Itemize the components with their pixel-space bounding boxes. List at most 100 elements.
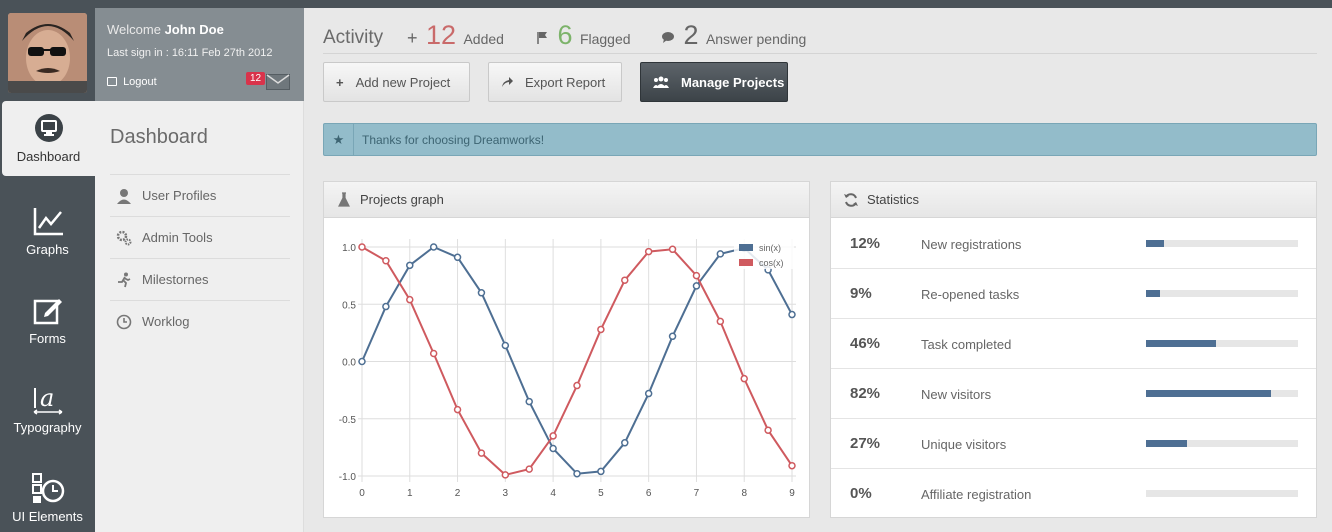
flagged-label: Flagged bbox=[579, 31, 631, 47]
progress-fill bbox=[1146, 240, 1165, 247]
data-point bbox=[644, 389, 653, 398]
typography-icon: a bbox=[33, 384, 62, 415]
data-point bbox=[573, 381, 581, 390]
data-point bbox=[453, 405, 462, 414]
nav-ui-elements-label: UI Elements bbox=[12, 509, 83, 524]
export-report-button[interactable]: Export Report bbox=[488, 62, 622, 102]
data-point bbox=[573, 469, 581, 478]
progress-bar bbox=[1146, 390, 1298, 397]
stat-pending: 2 Answer pending bbox=[661, 20, 806, 51]
add-project-button[interactable]: + Add new Project bbox=[323, 62, 470, 102]
data-point bbox=[644, 247, 653, 256]
stat-percent: 9% bbox=[850, 285, 872, 302]
mail-icon[interactable] bbox=[266, 74, 290, 90]
nav-dashboard-label: Dashboard bbox=[16, 149, 81, 164]
stat-row: 82% New visitors bbox=[831, 369, 1316, 419]
x-tick-label: 6 bbox=[646, 488, 652, 499]
plus-icon: + bbox=[336, 74, 344, 90]
stat-row: 46% Task completed bbox=[831, 319, 1316, 369]
added-label: Added bbox=[463, 31, 504, 47]
refresh-icon bbox=[844, 192, 858, 207]
data-point bbox=[525, 397, 533, 406]
main-nav: Dashboard Graphs Forms a Typography UI E… bbox=[0, 8, 95, 532]
data-point bbox=[788, 310, 796, 319]
data-point bbox=[597, 325, 605, 334]
avatar[interactable] bbox=[8, 13, 87, 93]
x-tick-label: 4 bbox=[550, 488, 556, 499]
nav-forms[interactable]: Forms bbox=[0, 283, 95, 358]
manage-projects-button[interactable]: Manage Projects bbox=[640, 62, 788, 102]
stat-label: New registrations bbox=[921, 237, 1022, 252]
data-point bbox=[382, 302, 390, 311]
sidebar-item-admin-tools[interactable]: Admin Tools bbox=[110, 216, 290, 258]
nav-typography-label: Typography bbox=[13, 420, 82, 435]
monitor-icon bbox=[34, 114, 63, 142]
x-tick-label: 3 bbox=[503, 488, 509, 499]
gears-icon bbox=[116, 230, 132, 245]
pending-count: 2 bbox=[683, 20, 699, 50]
progress-bar bbox=[1146, 240, 1298, 247]
x-tick-label: 0 bbox=[359, 488, 365, 499]
sidebar-item-worklog[interactable]: Worklog bbox=[110, 300, 290, 342]
plus-icon: + bbox=[407, 28, 418, 48]
sidebar-item-label: Admin Tools bbox=[142, 230, 213, 245]
panel-header: Projects graph bbox=[324, 182, 809, 218]
progress-fill bbox=[1146, 390, 1271, 397]
sidebar-item-milestones[interactable]: Milestornes bbox=[110, 258, 290, 300]
x-tick-label: 2 bbox=[455, 488, 461, 499]
stat-row: 9% Re-opened tasks bbox=[831, 269, 1316, 319]
nav-forms-label: Forms bbox=[29, 331, 66, 346]
y-tick-label: 1.0 bbox=[342, 243, 356, 254]
logout-link[interactable]: Logout bbox=[107, 76, 157, 88]
stat-percent: 82% bbox=[850, 385, 881, 402]
nav-graphs[interactable]: Graphs bbox=[0, 194, 95, 269]
series-line bbox=[361, 246, 793, 476]
flag-icon bbox=[537, 32, 547, 44]
x-tick-label: 5 bbox=[598, 488, 604, 499]
statistics-title: Statistics bbox=[867, 192, 920, 207]
star-icon: ★ bbox=[324, 124, 354, 155]
stat-percent: 46% bbox=[850, 335, 881, 352]
add-project-label: Add new Project bbox=[355, 74, 451, 90]
stat-row: 27% Unique visitors bbox=[831, 419, 1316, 469]
panel-header: Statistics bbox=[831, 182, 1316, 218]
sidebar-item-label: Milestornes bbox=[142, 272, 209, 287]
edit-icon bbox=[33, 299, 62, 325]
y-tick-label: -1.0 bbox=[339, 472, 357, 483]
progress-fill bbox=[1146, 440, 1188, 447]
user-icon bbox=[117, 188, 131, 204]
data-point bbox=[382, 256, 390, 265]
manage-projects-label: Manage Projects bbox=[681, 74, 785, 90]
y-tick-label: -0.5 bbox=[339, 415, 357, 426]
data-point bbox=[406, 261, 414, 270]
sidebar-item-user-profiles[interactable]: User Profiles bbox=[110, 174, 290, 216]
data-point bbox=[525, 465, 533, 473]
nav-ui-elements[interactable]: UI Elements bbox=[0, 461, 95, 532]
alert-text: Thanks for choosing Dreamworks! bbox=[362, 132, 545, 147]
y-tick-label: 0.5 bbox=[342, 300, 356, 311]
data-point bbox=[668, 245, 677, 254]
welcome-text: Welcome John Doe bbox=[107, 22, 224, 37]
progress-bar bbox=[1146, 440, 1298, 447]
data-point bbox=[668, 332, 677, 341]
progress-bar bbox=[1146, 340, 1298, 347]
stat-label: New visitors bbox=[921, 387, 992, 402]
group-icon bbox=[653, 76, 669, 88]
data-point bbox=[453, 253, 462, 262]
nav-typography[interactable]: a Typography bbox=[0, 372, 95, 447]
nav-dashboard[interactable]: Dashboard bbox=[2, 101, 95, 176]
flagged-count: 6 bbox=[557, 20, 573, 50]
stat-label: Affiliate registration bbox=[921, 487, 1032, 502]
progress-fill bbox=[1146, 290, 1160, 297]
sidebar-item-label: User Profiles bbox=[142, 188, 217, 203]
data-point bbox=[429, 243, 438, 251]
x-tick-label: 9 bbox=[789, 488, 795, 499]
series-line bbox=[361, 245, 793, 475]
progress-bar bbox=[1146, 490, 1298, 497]
mail-count-badge: 12 bbox=[246, 72, 266, 85]
export-report-label: Export Report bbox=[525, 74, 606, 90]
added-count: 12 bbox=[425, 20, 457, 50]
activity-title: Activity bbox=[323, 27, 384, 48]
last-sign-in: Last sign in : 16:11 Feb 27th 2012 bbox=[107, 47, 273, 59]
top-bar bbox=[0, 0, 1332, 8]
